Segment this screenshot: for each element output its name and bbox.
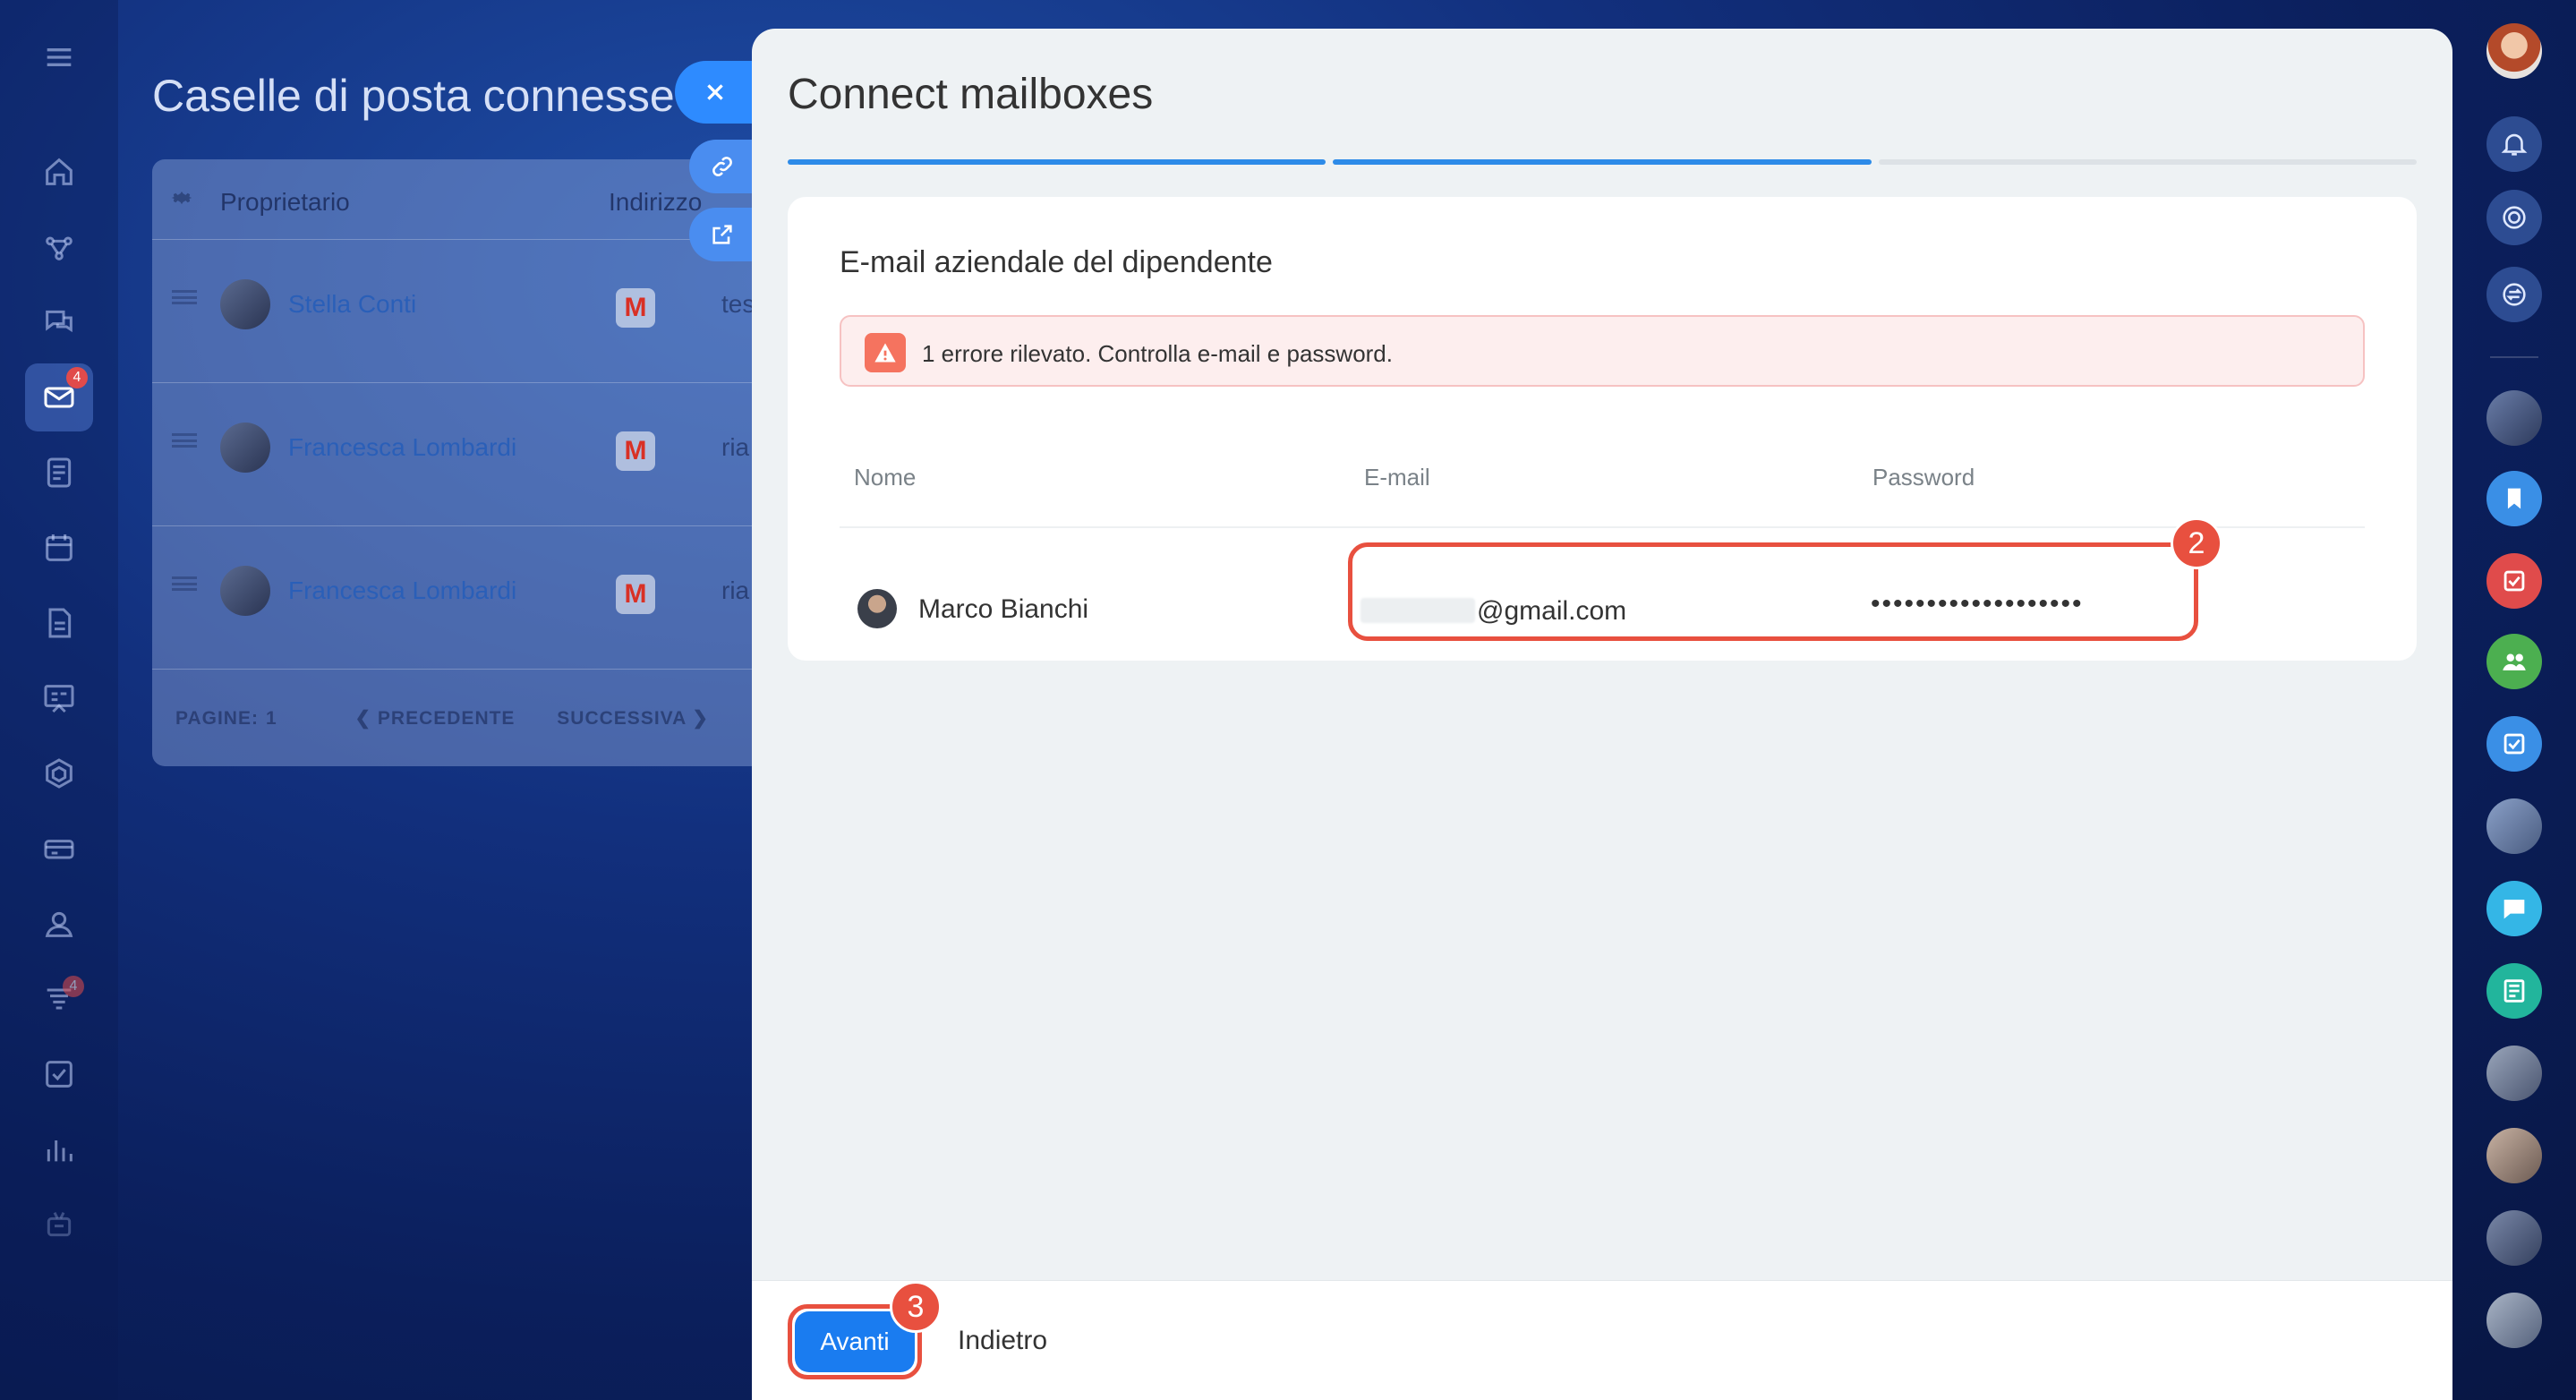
open-in-new-window-button[interactable]	[689, 208, 755, 261]
background-page-title: Caselle di posta connesse	[152, 71, 675, 121]
error-alert-text: 1 errore rilevato. Controlla e-mail e pa…	[922, 340, 1393, 367]
current-page: 1	[265, 708, 277, 729]
chat-icon[interactable]	[34, 297, 84, 347]
contact-avatar[interactable]	[2486, 390, 2542, 446]
mail-icon[interactable]: 4	[25, 363, 93, 431]
table-row[interactable]: Stella Conti M tes	[152, 240, 797, 383]
automation-icon[interactable]	[34, 1199, 84, 1250]
right-sidebar	[2452, 0, 2576, 1400]
left-navigation: 4 4	[0, 0, 118, 1400]
reports-icon[interactable]	[34, 1124, 84, 1174]
card-title: E-mail aziendale del dipendente	[840, 245, 1273, 279]
contact-avatar[interactable]	[2486, 1293, 2542, 1348]
store-icon[interactable]	[34, 824, 84, 874]
sync-chat-icon[interactable]	[2486, 267, 2542, 322]
gear-icon[interactable]	[168, 184, 195, 216]
drag-handle-icon[interactable]	[172, 290, 197, 304]
employee-name: Marco Bianchi	[918, 594, 1089, 624]
back-button[interactable]: Indietro	[958, 1326, 1047, 1356]
drag-handle-icon[interactable]	[172, 433, 197, 448]
mailbox-address: ria	[721, 433, 750, 461]
bookmark-icon[interactable]	[2486, 471, 2542, 526]
next-page-link[interactable]: SUCCESSIVA ❯	[557, 708, 709, 729]
email-column-header: E-mail	[1364, 464, 1430, 491]
drag-handle-icon[interactable]	[172, 576, 197, 591]
contact-avatar[interactable]	[2486, 1210, 2542, 1266]
calendar-icon[interactable]	[34, 523, 84, 573]
prev-page-link[interactable]: ❮ PRECEDENTE	[354, 708, 515, 729]
user-avatar[interactable]	[2486, 23, 2542, 79]
progress-step-2	[1333, 159, 1872, 165]
close-icon	[707, 84, 723, 100]
feed-icon[interactable]	[34, 448, 84, 498]
bell-icon[interactable]	[2486, 116, 2542, 172]
external-link-icon	[712, 225, 732, 244]
link-icon	[712, 157, 732, 176]
copilot-icon[interactable]	[2486, 190, 2542, 245]
menu-icon[interactable]	[34, 32, 84, 82]
avatar	[220, 566, 270, 616]
crm-icon[interactable]	[34, 222, 84, 272]
pages-label: PAGINE: 1	[175, 708, 277, 729]
open-channel-icon[interactable]	[2486, 881, 2542, 936]
pagination: PAGINE: 1 ❮ PRECEDENTE SUCCESSIVA ❯	[175, 707, 745, 730]
mail-badge: 4	[66, 367, 88, 388]
highlight-box	[1348, 542, 2198, 641]
sidebar-divider	[2490, 356, 2538, 358]
owner-column-header: Proprietario	[220, 188, 350, 216]
gmail-icon: M	[616, 288, 655, 328]
users-icon[interactable]	[34, 899, 84, 949]
gmail-icon: M	[616, 575, 655, 614]
step-badge: 3	[890, 1281, 942, 1333]
news-icon[interactable]	[2486, 963, 2542, 1019]
progress-step-3	[1878, 159, 2417, 165]
group-icon[interactable]	[2486, 634, 2542, 689]
docs-icon[interactable]	[34, 598, 84, 648]
board-icon[interactable]	[34, 673, 84, 723]
table-divider	[840, 526, 2365, 528]
funnel-badge: 4	[63, 976, 84, 997]
table-row[interactable]: Francesca Lombardi M ria	[152, 526, 797, 670]
warning-icon	[865, 333, 906, 372]
error-alert: 1 errore rilevato. Controlla e-mail e pa…	[840, 315, 2365, 387]
workgroup-avatar[interactable]	[2486, 798, 2542, 854]
mailbox-address: ria	[721, 576, 750, 604]
avatar	[857, 589, 897, 628]
contact-avatar[interactable]	[2486, 1128, 2542, 1183]
avatar	[220, 279, 270, 329]
owner-name[interactable]: Francesca Lombardi	[288, 433, 516, 462]
close-slider-button[interactable]	[675, 61, 755, 124]
panel-title: Connect mailboxes	[788, 71, 1154, 118]
progress-step-1	[788, 159, 1326, 165]
task-check-icon[interactable]	[2486, 553, 2542, 609]
gmail-icon: M	[616, 431, 655, 471]
copy-link-button[interactable]	[689, 140, 755, 193]
employee-email-card: E-mail aziendale del dipendente 1 errore…	[788, 197, 2417, 661]
contact-avatar[interactable]	[2486, 1046, 2542, 1101]
owner-name[interactable]: Francesca Lombardi	[288, 576, 516, 605]
funnel-icon[interactable]: 4	[34, 974, 84, 1024]
home-icon[interactable]	[34, 147, 84, 197]
address-column-header: Indirizzo	[609, 188, 703, 216]
owner-name[interactable]: Stella Conti	[288, 290, 416, 319]
panel-footer: Avanti 3 Indietro	[752, 1280, 2452, 1400]
sites-icon[interactable]	[34, 748, 84, 798]
avatar	[220, 423, 270, 473]
checklist-icon[interactable]	[2486, 716, 2542, 772]
mailbox-address: tes	[721, 290, 755, 318]
table-row[interactable]: Francesca Lombardi M ria	[152, 383, 797, 526]
step-badge: 2	[2171, 517, 2222, 569]
wizard-progress	[788, 159, 2417, 166]
tasks-icon[interactable]	[34, 1049, 84, 1099]
name-column-header: Nome	[854, 464, 917, 491]
password-column-header: Password	[1872, 464, 1975, 491]
connect-mailboxes-panel: Connect mailboxes E-mail aziendale del d…	[752, 29, 2452, 1400]
